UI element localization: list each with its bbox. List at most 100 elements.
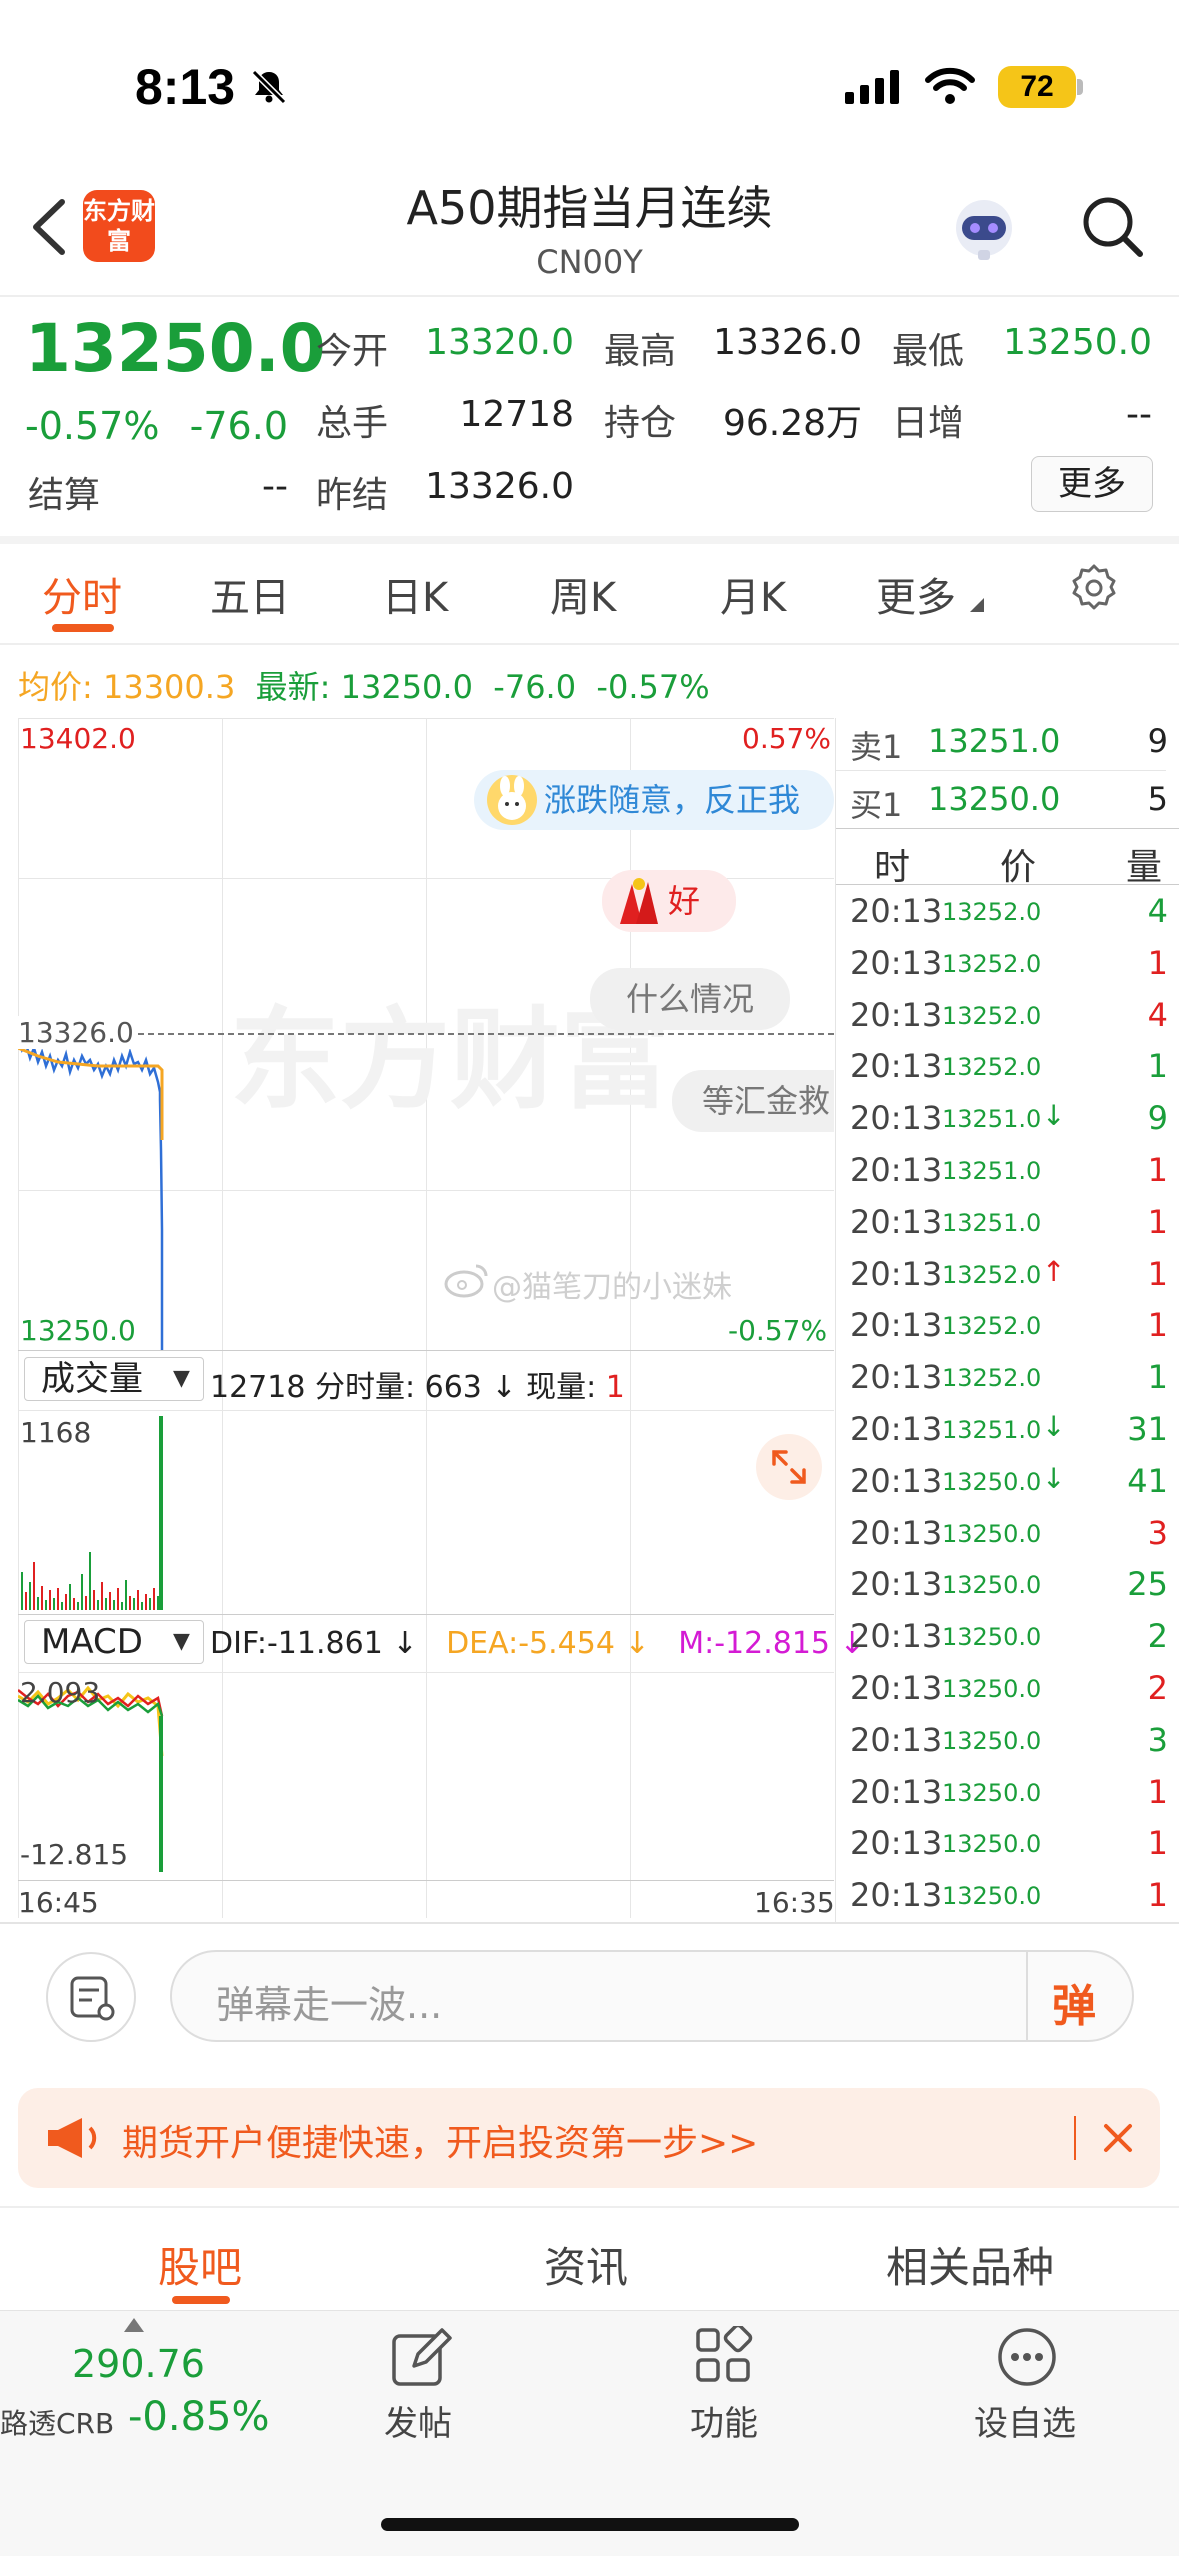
trade-row: 20:13 13251.0 ↓ 9 bbox=[850, 1099, 1168, 1151]
ask-price: 13251.0 bbox=[928, 722, 1061, 760]
trade-time: 20:13 bbox=[850, 1358, 943, 1397]
indicator-select-volume[interactable]: 成交量 ▼ bbox=[24, 1357, 204, 1401]
trade-qty: 4 bbox=[1147, 892, 1168, 930]
volume-label: 总手 bbox=[316, 403, 389, 444]
trade-time: 20:13 bbox=[850, 1617, 943, 1656]
trade-arrow: ↑ bbox=[1042, 1254, 1066, 1288]
latest-label: 最新: bbox=[255, 668, 331, 706]
weibo-logo-icon bbox=[444, 1264, 488, 1298]
high-label: 最高 bbox=[604, 331, 677, 372]
trade-row: 20:13 13250.0 1 bbox=[850, 1876, 1168, 1928]
close-icon[interactable] bbox=[1100, 2120, 1136, 2156]
trade-row: 20:13 13250.0 1 bbox=[850, 1773, 1168, 1825]
book-divider bbox=[836, 884, 1179, 885]
tab-news[interactable]: 资讯 bbox=[544, 2234, 628, 2295]
avg-label: 均价: bbox=[18, 668, 93, 706]
promo-text: 期货开户便捷快速，开启投资第一步>> bbox=[122, 2123, 759, 2164]
danmaku-input[interactable]: 弹幕走一波... 弹 bbox=[170, 1950, 1134, 2042]
trade-time: 20:13 bbox=[850, 1202, 943, 1241]
home-indicator bbox=[381, 2518, 799, 2531]
indicator-select-macd[interactable]: MACD ▼ bbox=[24, 1620, 204, 1664]
trade-price: 13250.0 bbox=[942, 1571, 1042, 1600]
macd-high-label: 2.093 bbox=[20, 1676, 101, 1709]
pct-axis-low: -0.57% bbox=[728, 1314, 828, 1347]
y-axis-low: 13250.0 bbox=[20, 1314, 136, 1347]
trade-qty: 1 bbox=[1147, 1358, 1168, 1397]
index-percent: -0.85% bbox=[128, 2394, 270, 2440]
post-label[interactable]: 发帖 bbox=[384, 2396, 452, 2445]
danmaku-bubble: 等汇金救 bbox=[672, 1070, 834, 1132]
latest-value: 13250.0 bbox=[340, 668, 473, 706]
danmaku-placeholder: 弹幕走一波... bbox=[216, 1983, 443, 2027]
change-amount: -76.0 bbox=[189, 404, 288, 448]
current-volume: 1 bbox=[605, 1370, 625, 1405]
danmaku-settings-button[interactable] bbox=[46, 1952, 136, 2042]
trade-price: 13250.0 bbox=[942, 1519, 1042, 1548]
trade-price: 13252.0 bbox=[942, 1053, 1042, 1082]
trade-arrow: ↓ bbox=[1042, 1410, 1066, 1443]
low-value: 13250.0 bbox=[1003, 322, 1152, 363]
trade-price: 13252.0 bbox=[942, 1364, 1042, 1393]
function-grid-icon[interactable] bbox=[694, 2326, 754, 2386]
trade-price: 13250.0 bbox=[942, 1882, 1042, 1911]
volume-info-text: 12718 分时量: 663 ↓ 现量: bbox=[210, 1370, 606, 1405]
tab-related[interactable]: 相关品种 bbox=[886, 2234, 1054, 2295]
promo-banner[interactable]: 期货开户便捷快速，开启投资第一步>> bbox=[18, 2088, 1160, 2188]
trade-price: 13250.0 bbox=[942, 1830, 1042, 1859]
weibo-watermark: @猫笔刀的小迷妹 bbox=[492, 1270, 732, 1305]
trade-price: 13252.0 bbox=[942, 898, 1042, 926]
settle-label: 结算 bbox=[28, 475, 101, 516]
trade-time: 20:13 bbox=[850, 1876, 943, 1915]
trade-price: 13252.0 bbox=[942, 1312, 1042, 1341]
search-icon[interactable] bbox=[1080, 194, 1146, 260]
price-line-chart bbox=[18, 1037, 164, 1350]
tab-five-day[interactable]: 五日 bbox=[210, 565, 290, 623]
expand-chart-button[interactable] bbox=[756, 1434, 822, 1500]
trade-row: 20:13 13251.0 1 bbox=[850, 1151, 1168, 1203]
tab-more[interactable]: 更多 bbox=[876, 565, 956, 623]
grid-line bbox=[18, 1672, 834, 1673]
tab-forum[interactable]: 股吧 bbox=[158, 2234, 242, 2295]
gear-icon[interactable] bbox=[1068, 562, 1120, 614]
trade-qty: 41 bbox=[1127, 1461, 1168, 1500]
edit-post-icon[interactable] bbox=[390, 2326, 452, 2388]
trade-qty: 1 bbox=[1147, 1306, 1168, 1345]
y-axis-high: 13402.0 bbox=[20, 722, 136, 755]
bid-price: 13250.0 bbox=[928, 780, 1061, 818]
trade-time: 20:13 bbox=[850, 1772, 943, 1811]
add-watchlist-label[interactable]: 设自选 bbox=[974, 2396, 1076, 2445]
trade-qty: 4 bbox=[1147, 995, 1168, 1034]
trade-price: 13252.0 bbox=[942, 949, 1042, 978]
col-qty: 量 bbox=[1125, 847, 1162, 888]
trade-price: 13250.0 bbox=[942, 1778, 1042, 1807]
more-circle-icon[interactable] bbox=[996, 2326, 1058, 2388]
tab-daily-k[interactable]: 日K bbox=[382, 565, 448, 623]
prev-settle-line bbox=[18, 1033, 834, 1035]
function-label[interactable]: 功能 bbox=[690, 2396, 758, 2445]
ask-row: 卖1 13251.0 9 bbox=[850, 722, 1168, 774]
danmaku-bubble: 什么情况 bbox=[590, 968, 790, 1030]
macd-dea: DEA:-5.454 ↓ bbox=[446, 1626, 650, 1661]
daily-increase-label: 日增 bbox=[892, 403, 965, 444]
tab-monthly-k[interactable]: 月K bbox=[720, 565, 786, 623]
trades-header: 时 价 量 bbox=[850, 838, 1168, 890]
trade-row: 20:13 13250.0 ↓ 41 bbox=[850, 1462, 1168, 1514]
divider bbox=[1074, 2116, 1076, 2160]
x-axis-start: 16:45 bbox=[18, 1886, 99, 1919]
trade-row: 20:13 13250.0 1 bbox=[850, 1824, 1168, 1876]
tab-weekly-k[interactable]: 周K bbox=[550, 565, 616, 623]
bid-qty: 5 bbox=[1147, 780, 1168, 818]
last-price: 13250.0 bbox=[25, 310, 326, 387]
open-value: 13320.0 bbox=[425, 322, 574, 363]
trade-price: 13250.0 bbox=[942, 1623, 1042, 1652]
trade-row: 20:13 13250.0 2 bbox=[850, 1669, 1168, 1721]
tab-intraday[interactable]: 分时 bbox=[42, 565, 122, 623]
rabbit-avatar-icon bbox=[487, 775, 537, 825]
robot-assistant-icon[interactable] bbox=[948, 194, 1020, 266]
index-value[interactable]: 290.76 bbox=[72, 2342, 205, 2386]
danmaku-send-button[interactable]: 弹 bbox=[1052, 1970, 1096, 2034]
pct-axis-high: 0.57% bbox=[742, 722, 831, 755]
more-quote-button[interactable]: 更多 bbox=[1031, 456, 1153, 512]
status-bar: 8:13 72 bbox=[0, 0, 1179, 170]
triangle-up-icon bbox=[124, 2318, 144, 2332]
